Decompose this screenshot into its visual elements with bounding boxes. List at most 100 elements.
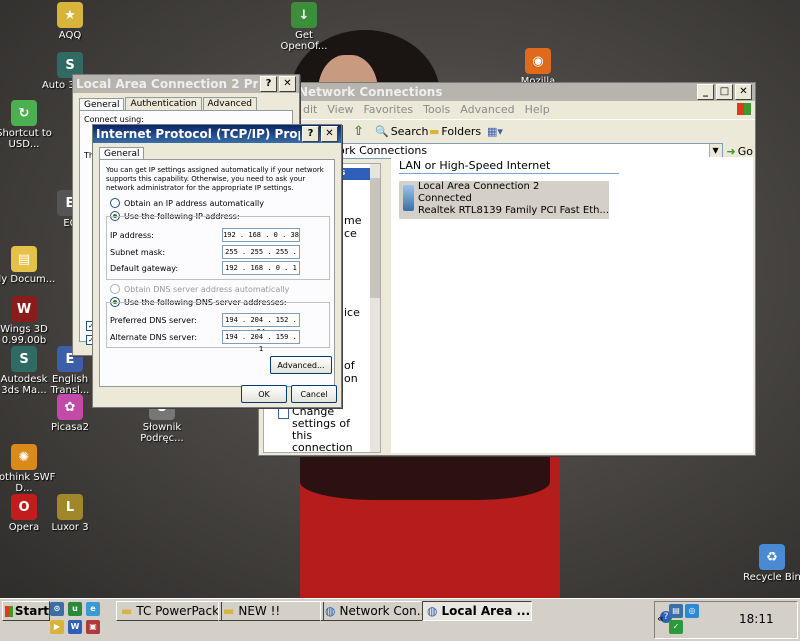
menu-favorites[interactable]: Favorites [363,103,413,117]
lac-properties-titlebar[interactable]: Local Area Connection 2 Pr... ? ✕ [73,75,299,93]
advanced-button[interactable]: Advanced... [270,356,332,374]
menu-advanced[interactable]: Advanced [460,103,514,117]
quicklaunch-icon-3[interactable]: e [86,602,100,616]
tab-advanced[interactable]: Advanced [202,97,258,110]
desktop-icon-14[interactable]: ↓ Get OpenOf... [272,2,336,52]
desktop-icon-label: Shortcut to USD... [0,128,52,150]
connection-item[interactable]: Local Area Connection 2 Connected Realte… [399,181,609,219]
radio-dot [110,198,120,208]
windows-logo-icon [5,605,13,617]
menu-view[interactable]: View [327,103,353,117]
quicklaunch-icon-1[interactable]: ⊙ [50,602,64,616]
desktop-icon-1[interactable]: ★ AQQ [38,2,102,41]
search-icon: 🔍 [375,124,389,138]
tray-icon-3[interactable]: ✓ [669,620,683,634]
go-button[interactable]: ➜ Go [727,145,753,158]
content-area: LAN or High-Speed Internet Local Area Co… [391,157,753,453]
help-button[interactable]: ? [302,126,319,142]
task-pane-scrollbar[interactable] [370,164,380,452]
radio-dot [110,284,120,294]
folder-icon: ▬ [121,604,133,618]
desktop-icon-label: Wings 3D 0.99.00b [0,324,48,346]
network-connection-icon [403,185,414,211]
lightbulb-icon: ★ [57,2,83,28]
window-title: Local Area Connection 2 Pr... [76,77,258,91]
menu-help[interactable]: Help [525,103,550,117]
tray-icon-2[interactable]: ◎ [685,604,699,618]
subnet-mask-field[interactable]: 255 . 255 . 255 . 0 [222,245,300,268]
tcpip-general-panel: You can get IP settings assigned automat… [99,159,335,387]
taskbar-tc-powerpack[interactable]: ▬ TC PowerPack [116,601,222,621]
ip-address-row: IP address: 192 . 168 . 0 . 38 [110,228,300,242]
connection-name: Local Area Connection 2 [417,181,540,192]
desktop-icon-5[interactable]: ▤ My Docum... [0,246,56,285]
taskbar-new-folder[interactable]: ▬ NEW !! [218,601,324,621]
tab-authentication[interactable]: Authentication [125,97,202,110]
taskbar-network-connections[interactable]: ◍ Network Con... [320,601,426,621]
desktop-icon-label: AQQ [58,30,82,41]
preferred-dns-field[interactable]: 194 . 204 . 152 . 34 [222,313,300,336]
menu-edit[interactable]: dit [303,103,317,117]
settings-checkbox-icon [278,408,289,419]
desktop-icon-label: My Docum... [0,274,56,285]
desktop-icon-16[interactable]: ♻ Recycle Bin [740,544,800,583]
menu-tools[interactable]: Tools [423,103,450,117]
tcpip-titlebar[interactable]: Internet Protocol (TCP/IP) Proper... ? ✕ [93,125,341,143]
tcpip-tabs: General [93,143,341,160]
maximize-button[interactable]: □ [716,84,733,100]
desktop-icon-13[interactable]: L Luxor 3 [38,494,102,533]
desktop-icon-label: Get OpenOf... [280,30,328,52]
clock[interactable]: 18:11 [739,612,774,626]
start-button[interactable]: Start [2,601,50,621]
desktop-icon-label: Sothink SWF D... [0,472,56,494]
window-title: Internet Protocol (TCP/IP) Proper... [96,127,300,141]
help-button[interactable]: ? [260,76,277,92]
desktop-icon-6[interactable]: W Wings 3D 0.99.00b [0,296,56,346]
ip-address-field[interactable]: 192 . 168 . 0 . 38 [222,228,300,242]
chevron-down-icon[interactable]: ▼ [708,144,722,158]
cancel-button[interactable]: Cancel [291,385,337,403]
minimize-button[interactable]: _ [697,84,714,100]
menu-bar: dit View Favorites Tools Advanced Help [259,101,755,119]
go-arrow-icon: ➜ [726,144,736,158]
lac-tabs: General Authentication Advanced [73,93,299,111]
connection-status: Connected [417,193,472,204]
usd-shortcut-icon: ↻ [11,100,37,126]
system-tray: « ▤ ◎ ✓ 18:11 [654,601,798,639]
views-button[interactable]: ▦▾ [487,125,503,138]
wings3d-icon: W [11,296,37,322]
default-gateway-field[interactable]: 192 . 168 . 0 . 1 [222,261,300,275]
folders-button[interactable]: ▬ Folders [429,125,481,138]
change-settings-link[interactable]: Change settings of this connection [278,406,362,454]
recycle-bin-icon: ♻ [759,544,785,570]
mozilla-icon: ◉ [525,48,551,74]
picasa-icon: ✿ [57,394,83,420]
quicklaunch-icon-4[interactable]: ▶ [50,620,64,634]
subnet-mask-row: Subnet mask: 255 . 255 . 255 . 0 [110,245,300,268]
taskbar-local-area-connection[interactable]: ◍ Local Area ... [422,601,532,621]
ok-button[interactable]: OK [241,385,287,403]
search-button[interactable]: 🔍 Search [375,125,429,138]
tray-expand-icon[interactable]: « [657,612,664,625]
desktop-icon-label: Picasa2 [51,422,89,433]
obtain-ip-auto-radio[interactable]: Obtain an IP address automatically [110,198,264,208]
quicklaunch-icon-2[interactable]: u [68,602,82,616]
close-button[interactable]: ✕ [735,84,752,100]
alternate-dns-field[interactable]: 194 . 204 . 159 . 1 [222,330,300,353]
desktop-icon-label: Recycle Bin [743,572,800,583]
tcpip-properties-dialog[interactable]: Internet Protocol (TCP/IP) Proper... ? ✕… [92,124,342,408]
scrollbar-thumb[interactable] [370,178,380,298]
obtain-dns-auto-radio[interactable]: Obtain DNS server address automatically [110,284,289,294]
desktop-icon-label: Luxor 3 [51,522,89,533]
quicklaunch-icon-5[interactable]: W [68,620,82,634]
quicklaunch-icon-6[interactable]: ▣ [86,620,100,634]
window-title: Network Connections [298,85,443,99]
opera-icon: O [11,494,37,520]
up-folder-icon[interactable]: ⇧ [353,124,364,139]
desktop-icon-11[interactable]: ✺Sothink SWF D... [0,444,56,494]
network-connections-titlebar[interactable]: Network Connections _ □ ✕ [259,83,755,101]
desktop-icon-3[interactable]: ↻ Shortcut to USD... [0,100,56,150]
network-tray-icon[interactable]: ▤ [669,604,683,618]
close-button[interactable]: ✕ [279,76,296,92]
close-button[interactable]: ✕ [321,126,338,142]
